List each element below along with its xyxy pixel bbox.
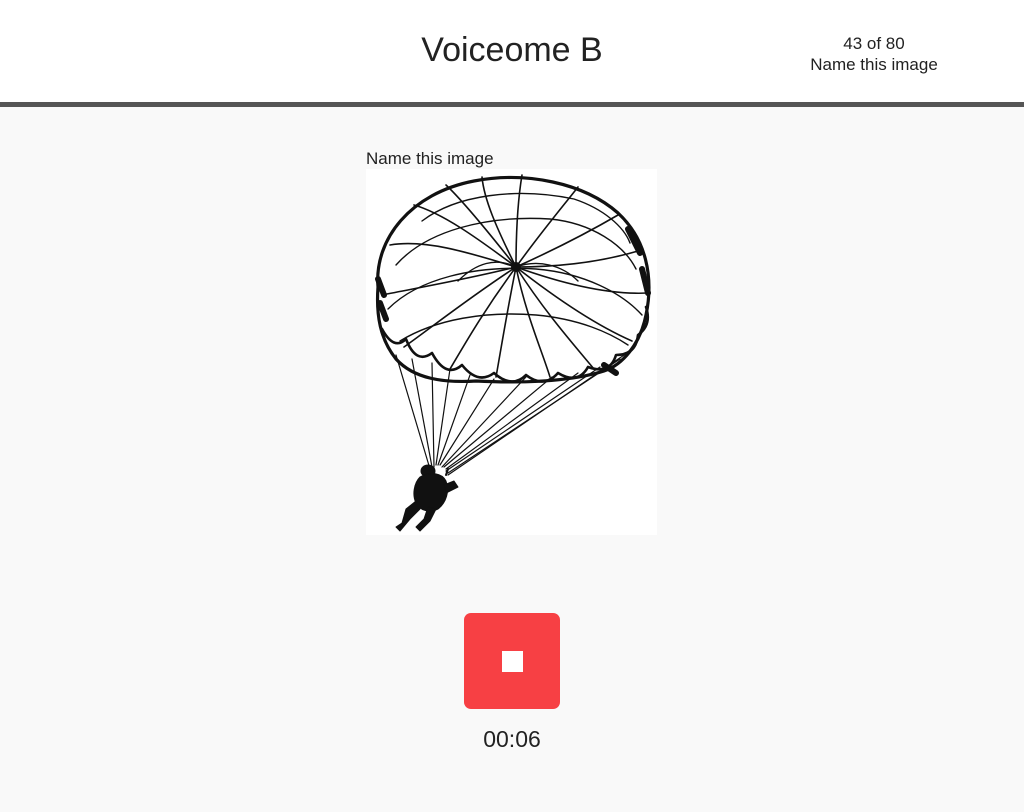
stop-icon: [502, 651, 523, 672]
recording-timer: 00:06: [483, 726, 541, 752]
stop-recording-button[interactable]: [464, 613, 560, 709]
stimulus-image: [366, 169, 657, 535]
progress-task-name: Name this image: [810, 55, 938, 74]
progress-count: 43 of 80: [843, 34, 905, 53]
parachute-drawing: [375, 174, 651, 532]
progress-indicator: 43 of 80 Name this image: [790, 33, 958, 75]
prompt-label: Name this image: [366, 149, 494, 168]
app-header: Voiceome B 43 of 80 Name this image: [0, 0, 1024, 107]
